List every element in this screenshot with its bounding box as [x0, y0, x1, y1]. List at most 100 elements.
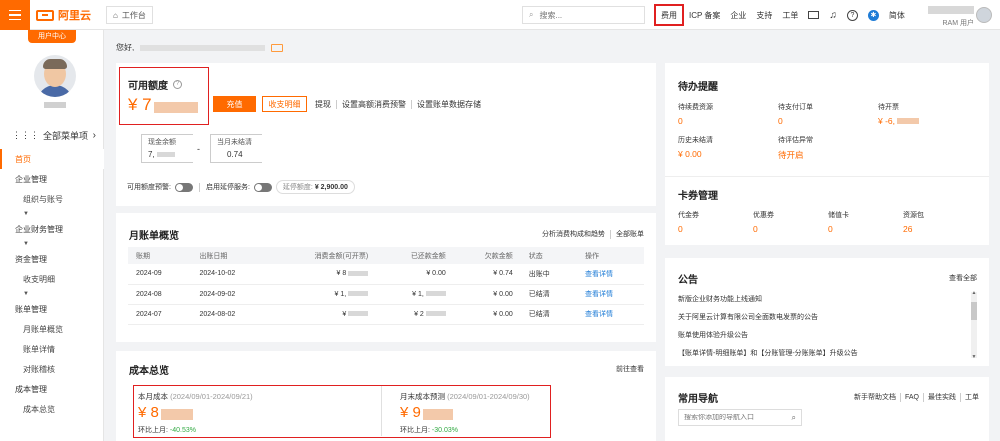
global-search[interactable]: ⌕ — [522, 6, 645, 24]
cell-repaid: ¥ 1, — [412, 290, 424, 298]
col-repaid: 已还款金额 — [376, 247, 454, 264]
cell-status: 已结清 — [528, 291, 550, 298]
sidebar: 用户中心 ⋮⋮⋮ 全部菜单项 › 首页 企业管理 组织与账号 ▼ 企业财务管理 ▼ 资金管理… — [0, 30, 104, 441]
current-cost-card[interactable]: 本月成本 (2024/09/01-2024/09/21) ¥ 8 环比上月: -… — [134, 386, 382, 436]
sidebar-item[interactable]: 企业财务管理 — [0, 219, 104, 239]
notice-item[interactable]: 新版企业财务功能上线通知 — [678, 290, 858, 308]
todo-panel: 待办提醒 待续费资源 0 待支付订单 0 待开票 ¥ -6, 历史未结清 ¥ 0.00 待评估异… — [665, 63, 989, 245]
all-menu-button[interactable]: ⋮⋮⋮ 全部菜单项 › — [12, 129, 96, 142]
bell-icon[interactable]: ♫ — [824, 4, 842, 26]
chevron-down-icon[interactable]: ▼ — [0, 239, 104, 249]
voucher-value: 0 — [678, 224, 683, 234]
forecast-mom-value: -30.03% — [431, 427, 458, 434]
sidebar-item[interactable]: 账单管理 — [0, 299, 104, 319]
nav-support[interactable]: 支持 — [751, 4, 777, 26]
notice-item[interactable]: 【账单详情-明细账单】和【分账管理-分账账单】升级公告 — [678, 344, 858, 362]
sidebar-item[interactable]: 首页 — [0, 149, 104, 169]
user-center-tag: 用户中心 — [0, 30, 104, 43]
voucher-item[interactable]: 资源包 26 — [903, 210, 978, 234]
sidebar-item[interactable]: 组织与账号 — [0, 189, 104, 209]
voucher-item[interactable]: 储值卡 0 — [828, 210, 903, 234]
help-docs-link[interactable]: 新手帮助文档 — [854, 392, 896, 402]
all-bills-link[interactable]: 全部账单 — [616, 229, 644, 239]
sidebar-item[interactable]: 对账稽核 — [0, 359, 104, 379]
sidebar-item[interactable]: 账单详情 — [0, 339, 104, 359]
account-role: RAM 用户 — [942, 20, 975, 27]
todo-item[interactable]: 待开票 ¥ -6, — [878, 102, 978, 135]
sidebar-item[interactable]: 成本总览 — [0, 399, 104, 419]
cell-repaid: ¥ 2 — [414, 310, 424, 318]
profile-avatar[interactable] — [34, 55, 76, 97]
notice-item[interactable]: 账单使用体验升级公告 — [678, 326, 858, 344]
ticket-link[interactable]: 工单 — [965, 392, 979, 402]
id-card-icon[interactable] — [271, 43, 284, 52]
sidebar-item[interactable]: 企业管理 — [0, 169, 104, 189]
workbench-button[interactable]: ⌂ 工作台 — [106, 6, 153, 24]
withdraw-link[interactable]: 提现 — [315, 99, 331, 110]
forecast-mom-label: 环比上月: — [400, 427, 430, 434]
quick-nav-search[interactable]: ⌕ — [678, 409, 802, 426]
todo-item[interactable]: 待支付订单 0 — [778, 102, 878, 135]
sidebar-item[interactable]: 成本管理 — [0, 379, 104, 399]
nav-enterprise-label: 企业 — [730, 10, 747, 20]
voucher-label: 储值卡 — [828, 212, 849, 219]
assistant-icon[interactable]: ✱ — [863, 4, 884, 26]
voucher-item[interactable]: 代金券 0 — [678, 210, 753, 234]
voucher-label: 代金券 — [678, 212, 699, 219]
cell-repaid: ¥ 0.00 — [426, 270, 446, 278]
account-menu[interactable]: RAM 用户 — [922, 3, 974, 28]
overdue-service-toggle[interactable] — [253, 182, 272, 192]
cell-action[interactable]: 查看详情 — [585, 311, 613, 318]
cost-highlight-box: 本月成本 (2024/09/01-2024/09/21) ¥ 8 环比上月: -… — [133, 385, 551, 438]
recharge-label: 充值 — [226, 99, 243, 109]
quick-nav-search-input[interactable] — [684, 414, 784, 421]
forecast-cost-range: (2024/09/01-2024/09/30) — [447, 392, 530, 401]
bill-storage-link[interactable]: 设置账单数据存储 — [417, 99, 481, 110]
account-name-redacted — [928, 6, 974, 14]
info-icon[interactable]: ? — [173, 80, 182, 89]
mail-icon[interactable] — [803, 4, 824, 26]
notice-scrollbar[interactable]: ▲ ▼ — [971, 290, 977, 360]
recharge-button[interactable]: 充值 — [213, 96, 256, 112]
notice-view-all[interactable]: 查看全部 — [949, 273, 977, 283]
nav-enterprise[interactable]: 企业 — [725, 4, 751, 26]
nav-billing[interactable]: 费用 — [654, 4, 684, 26]
cell-action[interactable]: 查看详情 — [585, 271, 613, 278]
sidebar-item[interactable]: 收支明细 — [0, 269, 104, 289]
chevron-down-icon[interactable]: ▼ — [0, 289, 104, 299]
cost-view-link[interactable]: 前往查看 — [616, 364, 644, 374]
todo-item[interactable]: 历史未结清 ¥ 0.00 — [678, 135, 778, 168]
sidebar-item[interactable]: 月账单概览 — [0, 319, 104, 339]
nav-ticket[interactable]: 工单 — [777, 4, 803, 26]
hamburger-menu-icon[interactable] — [0, 0, 30, 30]
credit-warning-label: 可用额度预警: — [127, 184, 171, 191]
all-menu-label: 全部菜单项 — [43, 131, 89, 141]
col-date: 出账日期 — [191, 247, 271, 264]
payment-details-button[interactable]: 收支明细 — [262, 96, 307, 112]
cell-date: 2024-10-02 — [199, 270, 236, 278]
notice-title: 公告 — [678, 275, 698, 286]
todo-item[interactable]: 待评估异常 待开启 — [778, 135, 878, 168]
amount-redacted — [153, 102, 198, 114]
notice-item[interactable]: 关于阿里云计算有限公司全面数电发票的公告 — [678, 308, 858, 326]
analyze-trend-link[interactable]: 分析消费构成和趋势 — [542, 229, 605, 239]
user-avatar-icon[interactable] — [976, 7, 992, 23]
voucher-item[interactable]: 优惠券 0 — [753, 210, 828, 234]
current-cost-label: 本月成本 — [138, 392, 168, 401]
search-input[interactable] — [539, 10, 630, 20]
cell-action[interactable]: 查看详情 — [585, 291, 613, 298]
chevron-down-icon[interactable]: ▼ — [0, 209, 104, 219]
best-practice-link[interactable]: 最佳实践 — [928, 392, 956, 402]
sidebar-item[interactable]: 资金管理 — [0, 249, 104, 269]
available-credit-title: 可用额度 — [128, 81, 168, 92]
help-icon[interactable]: ? — [842, 4, 863, 26]
forecast-cost-card[interactable]: 月末成本预测 (2024/09/01-2024/09/30) ¥ 9 环比上月:… — [400, 386, 550, 436]
aliyun-logo[interactable]: 阿里云 — [36, 8, 91, 22]
language-switch[interactable]: 简体 — [884, 4, 910, 26]
home-icon: ⌂ — [113, 10, 118, 20]
todo-item[interactable]: 待续费资源 0 — [678, 102, 778, 135]
high-spend-alert-link[interactable]: 设置高额消费预警 — [342, 99, 406, 110]
faq-link[interactable]: FAQ — [905, 394, 919, 401]
credit-warning-toggle[interactable] — [174, 182, 193, 192]
nav-icp[interactable]: ICP 备案 — [684, 4, 725, 26]
